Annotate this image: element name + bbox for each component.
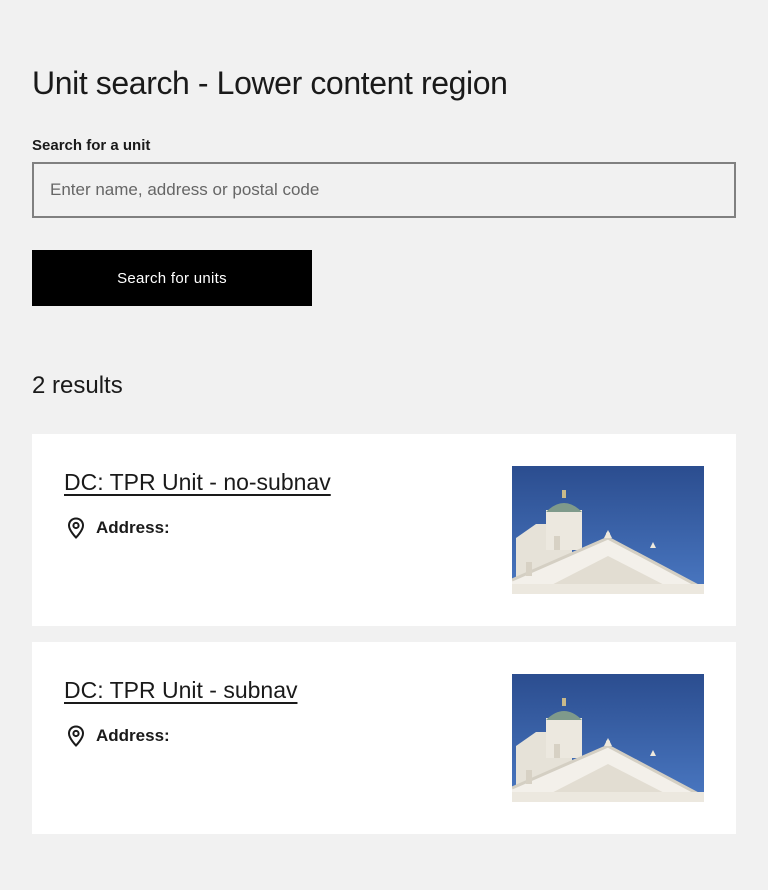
address-label: Address: [96,726,170,745]
search-input[interactable] [32,162,736,218]
address-label: Address: [96,518,170,537]
cathedral-photo-icon[interactable] [512,466,704,594]
location-pin-icon [64,516,88,540]
cathedral-photo-icon[interactable] [512,674,704,802]
page-title: Unit search - Lower content region [32,65,508,101]
location-pin-icon [64,724,88,748]
search-button[interactable]: Search for units [32,250,312,306]
results-count: 2 results [32,372,123,399]
search-label: Search for a unit [32,137,151,154]
result-address: Address: [64,516,170,540]
result-title-link[interactable]: DC: TPR Unit - subnav [64,674,297,706]
page: Unit search - Lower content region Searc… [0,0,768,890]
result-card: DC: TPR Unit - no-subnav Address: [32,434,736,626]
result-title-link[interactable]: DC: TPR Unit - no-subnav [64,466,331,498]
result-card: DC: TPR Unit - subnav Address: [32,642,736,834]
result-address: Address: [64,724,170,748]
